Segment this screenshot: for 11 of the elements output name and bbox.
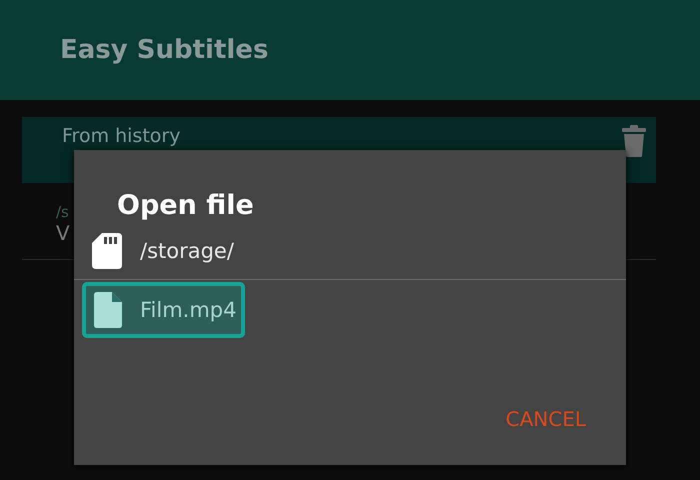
cancel-button[interactable]: CANCEL: [506, 407, 586, 431]
history-item-name: V: [56, 221, 70, 245]
file-icon: [94, 292, 122, 328]
trash-icon[interactable]: [622, 125, 646, 157]
file-item[interactable]: Film.mp4: [82, 282, 244, 338]
history-item-path: /s: [56, 203, 69, 221]
dialog-title: Open file: [116, 189, 255, 221]
current-directory: /storage/: [140, 239, 234, 263]
sd-card-icon: [92, 233, 122, 269]
app-title: Easy Subtitles: [60, 35, 268, 65]
history-header-label: From history: [62, 125, 180, 147]
